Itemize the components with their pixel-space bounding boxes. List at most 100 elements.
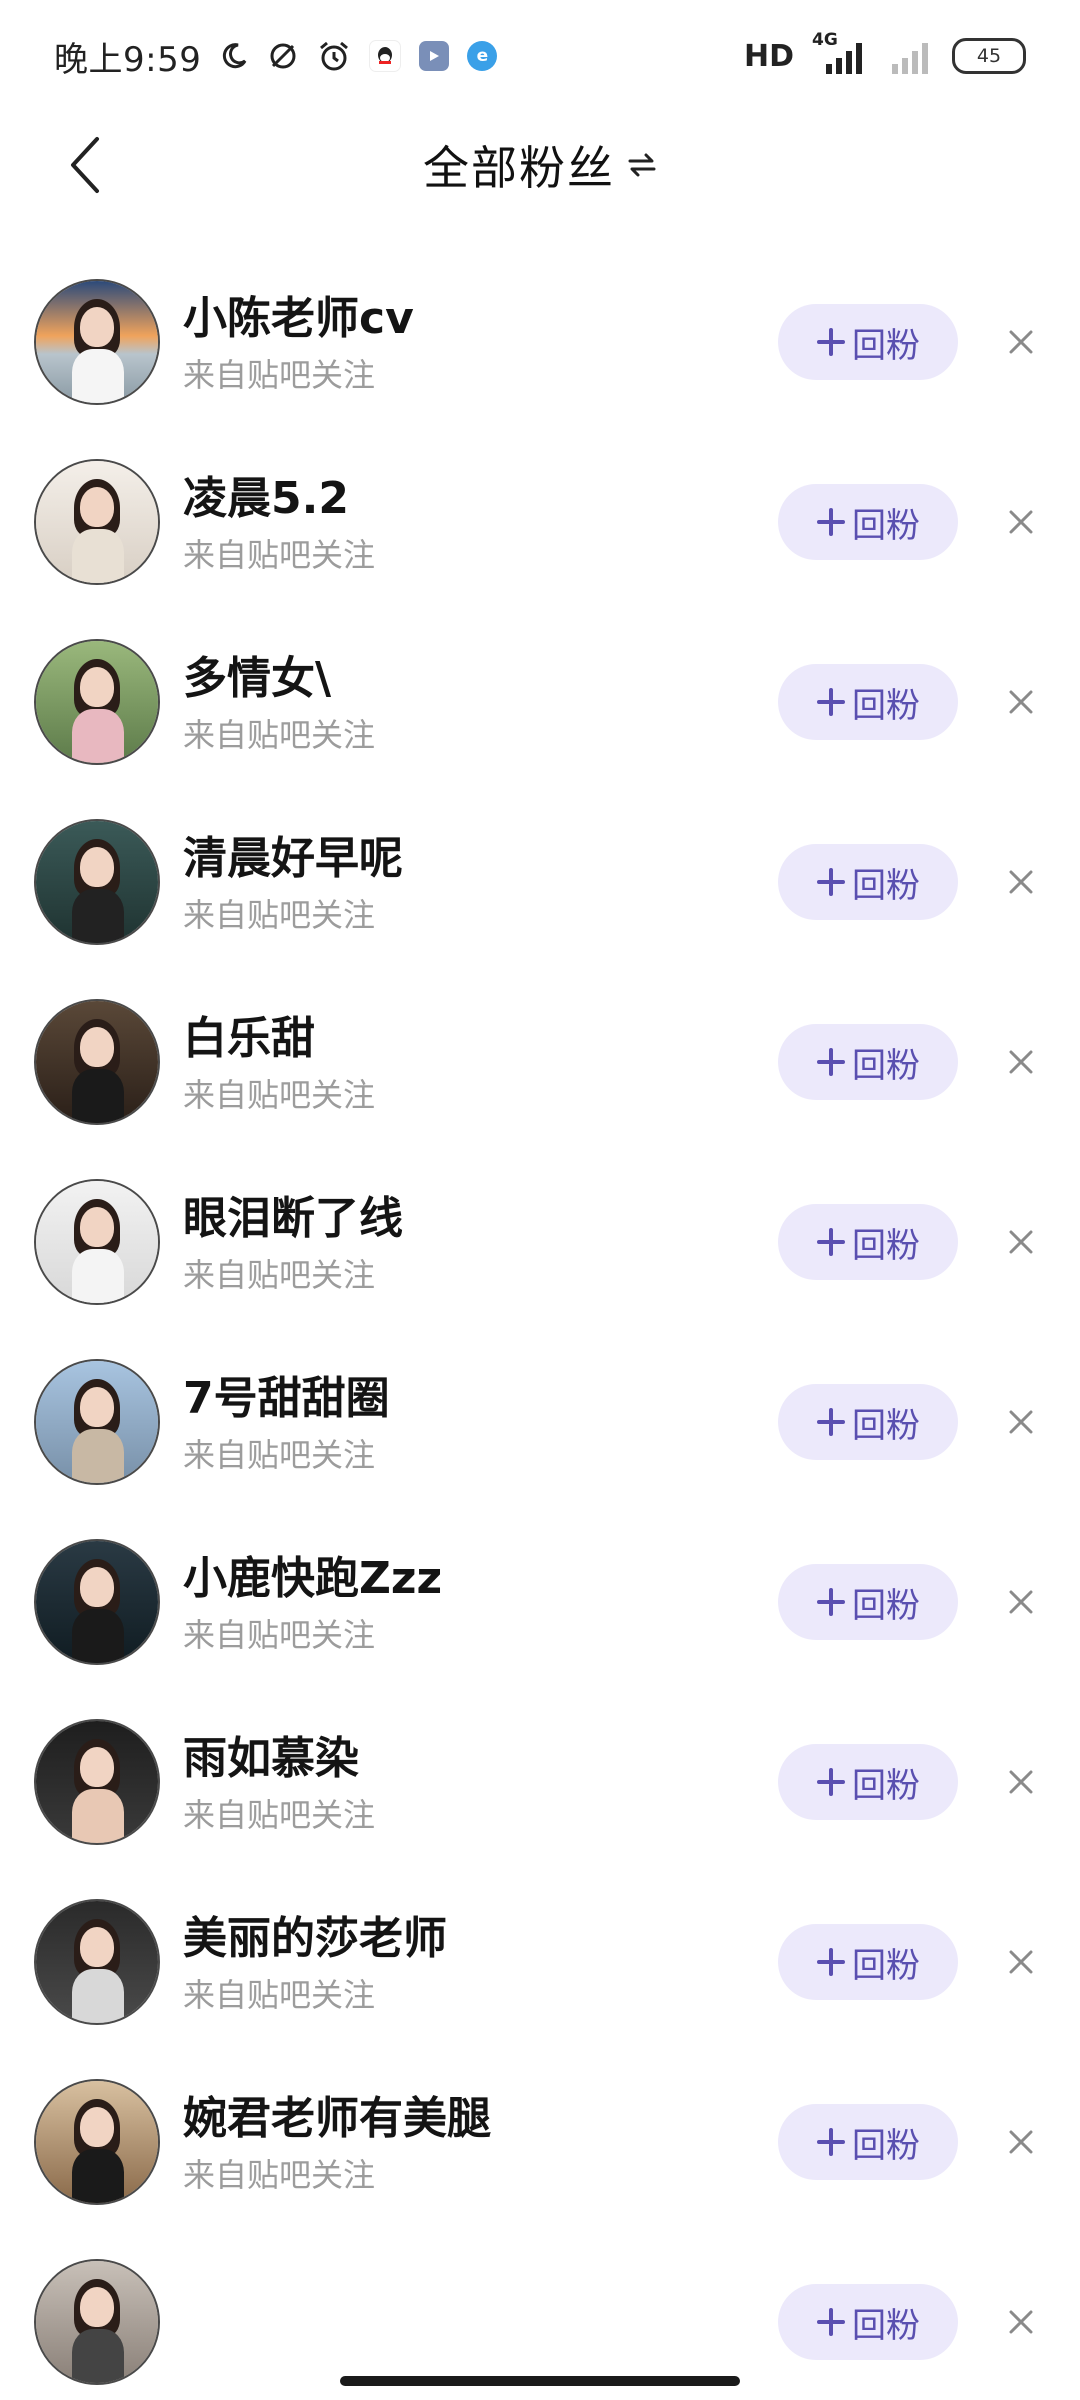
follow-back-label: 回粉: [852, 1765, 920, 1806]
close-icon: [1009, 1410, 1033, 1434]
status-bar: 晚上9:59 e HD 4G 45: [0, 0, 1080, 112]
fan-row[interactable]: 眼泪断了线来自贴吧关注 回粉: [0, 1152, 1080, 1332]
avatar[interactable]: [34, 999, 160, 1125]
follow-back-label: 回粉: [852, 1045, 920, 1086]
dismiss-button[interactable]: [996, 857, 1046, 907]
fan-name[interactable]: 婉君老师有美腿: [183, 2082, 491, 2146]
fan-row[interactable]: 凌晨5.2 来自贴吧关注 回粉: [0, 432, 1080, 612]
dismiss-button[interactable]: [996, 2297, 1046, 2347]
avatar[interactable]: [34, 1179, 160, 1305]
avatar[interactable]: [34, 1719, 160, 1845]
follow-back-button[interactable]: 回粉: [778, 304, 958, 380]
avatar[interactable]: [34, 279, 160, 405]
follow-back-button[interactable]: 回粉: [778, 1204, 958, 1280]
signal-icon: 4G: [812, 30, 872, 76]
follow-back-label: 回粉: [852, 2305, 920, 2346]
close-icon: [1009, 2310, 1033, 2334]
follow-back-label: 回粉: [852, 505, 920, 546]
dismiss-button[interactable]: [996, 317, 1046, 367]
follow-back-button[interactable]: 回粉: [778, 484, 958, 560]
fan-name[interactable]: 白乐甜: [183, 1002, 315, 1066]
plus-icon: [817, 2308, 845, 2336]
dismiss-button[interactable]: [996, 497, 1046, 547]
fan-name[interactable]: 小鹿快跑Zzz: [183, 1542, 442, 1606]
follow-back-button[interactable]: 回粉: [778, 664, 958, 740]
fan-row[interactable]: 7号甜甜圈 来自贴吧关注 回粉: [0, 1332, 1080, 1512]
close-icon: [1009, 330, 1033, 354]
fan-source: 来自贴吧关注: [183, 1256, 376, 1294]
video-app-icon: [419, 41, 450, 71]
dismiss-button[interactable]: [996, 1577, 1046, 1627]
home-indicator[interactable]: [340, 2376, 740, 2386]
dismiss-button[interactable]: [996, 677, 1046, 727]
app-screen: 娇媚小妖精来自贴吧关注回粉小陈老师cv来自贴吧关注回粉凌晨5.2来自贴吧关注回粉…: [0, 0, 1080, 2400]
avatar[interactable]: [34, 1359, 160, 1485]
fan-row[interactable]: 美丽的莎老师来自贴吧关注 回粉: [0, 1872, 1080, 2052]
close-icon: [1009, 510, 1033, 534]
fan-name[interactable]: 雨如慕染: [183, 1722, 359, 1786]
fan-name[interactable]: 清晨好早呢: [183, 822, 403, 886]
fan-name[interactable]: 凌晨5.2: [183, 462, 349, 526]
status-time: 晚上9:59: [54, 39, 202, 80]
follow-back-button[interactable]: 回粉: [778, 844, 958, 920]
close-icon: [1009, 1950, 1033, 1974]
dismiss-button[interactable]: [996, 2117, 1046, 2167]
network-hd-label: HD: [743, 38, 794, 74]
switch-arrows-icon: [628, 153, 656, 177]
fan-row[interactable]: 婉君老师有美腿 来自贴吧关注 回粉: [0, 2052, 1080, 2232]
fan-source: 来自贴吧关注: [183, 356, 376, 394]
fan-row[interactable]: 多情女\ 来自贴吧关注 回粉: [0, 612, 1080, 792]
fan-source: 来自贴吧关注: [183, 1796, 376, 1834]
plus-icon: [817, 868, 845, 896]
avatar[interactable]: [34, 1539, 160, 1665]
plus-icon: [817, 1408, 845, 1436]
follow-back-label: 回粉: [852, 1405, 920, 1446]
fan-source: 来自贴吧关注: [183, 1616, 376, 1654]
avatar[interactable]: [34, 819, 160, 945]
plus-icon: [817, 508, 845, 536]
title-switcher[interactable]: 全部粉丝: [0, 110, 1080, 220]
avatar[interactable]: [34, 459, 160, 585]
close-icon: [1009, 690, 1033, 714]
avatar[interactable]: [34, 2079, 160, 2205]
fan-row[interactable]: 雨如慕染来自贴吧关注 回粉: [0, 1692, 1080, 1872]
dismiss-button[interactable]: [996, 1397, 1046, 1447]
follow-back-button[interactable]: 回粉: [778, 2284, 958, 2360]
fan-row[interactable]: 小鹿快跑Zzz 来自贴吧关注 回粉: [0, 1512, 1080, 1692]
fan-row[interactable]: 小陈老师cv 来自贴吧关注 回粉: [0, 252, 1080, 432]
browser-app-icon: e: [467, 41, 498, 71]
fan-name[interactable]: 小陈老师cv: [183, 282, 414, 346]
follow-back-button[interactable]: 回粉: [778, 2104, 958, 2180]
follow-back-label: 回粉: [852, 2125, 920, 2166]
avatar[interactable]: [34, 2259, 160, 2385]
follow-back-button[interactable]: 回粉: [778, 1744, 958, 1820]
follow-back-label: 回粉: [852, 865, 920, 906]
plus-icon: [817, 1948, 845, 1976]
follow-back-button[interactable]: 回粉: [778, 1384, 958, 1460]
fan-name[interactable]: 多情女\: [183, 642, 331, 706]
close-icon: [1009, 1590, 1033, 1614]
dismiss-button[interactable]: [996, 1037, 1046, 1087]
fan-name[interactable]: 美丽的莎老师: [183, 1902, 447, 1966]
dismiss-button[interactable]: [996, 1757, 1046, 1807]
avatar[interactable]: [34, 1899, 160, 2025]
fan-row[interactable]: 清晨好早呢 来自贴吧关注 回粉: [0, 792, 1080, 972]
close-icon: [1009, 1050, 1033, 1074]
fan-row[interactable]: 白乐甜 来自贴吧关注 回粉: [0, 972, 1080, 1152]
moon-icon: [219, 41, 249, 71]
follow-back-button[interactable]: 回粉: [778, 1924, 958, 2000]
dismiss-button[interactable]: [996, 1217, 1046, 1267]
avatar[interactable]: [34, 639, 160, 765]
fan-name[interactable]: 眼泪断了线: [183, 1182, 403, 1246]
plus-icon: [817, 688, 845, 716]
page-title: 全部粉丝: [423, 141, 615, 195]
status-left: 晚上9:59 e: [54, 32, 498, 81]
follow-back-label: 回粉: [852, 1945, 920, 1986]
dismiss-button[interactable]: [996, 1937, 1046, 1987]
fan-source: 来自贴吧关注: [183, 1976, 376, 2014]
close-icon: [1009, 2130, 1033, 2154]
fan-row[interactable]: 回粉: [0, 2232, 1080, 2400]
fan-name[interactable]: 7号甜甜圈: [183, 1362, 390, 1426]
follow-back-button[interactable]: 回粉: [778, 1564, 958, 1640]
follow-back-button[interactable]: 回粉: [778, 1024, 958, 1100]
